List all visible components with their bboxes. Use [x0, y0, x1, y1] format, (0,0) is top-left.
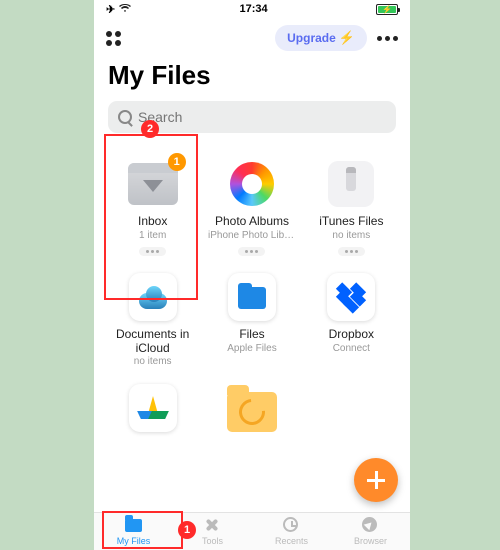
tile-more-icon[interactable] [139, 247, 166, 256]
wifi-icon [119, 3, 131, 16]
fab-add-button[interactable] [354, 458, 398, 502]
top-bar: Upgrade ⚡ [94, 20, 410, 56]
photos-icon [230, 162, 274, 206]
tile-more-icon[interactable] [238, 247, 265, 256]
tools-icon [204, 517, 220, 533]
tile-itunes-files[interactable]: iTunes Files no items [303, 153, 400, 262]
tile-gdrive[interactable] [104, 377, 201, 445]
tile-inbox[interactable]: 1 Inbox 1 item [104, 153, 201, 262]
tab-label: Browser [354, 536, 387, 546]
airplane-icon: ✈ [106, 3, 115, 16]
itunes-icon [328, 161, 374, 207]
tile-more-icon[interactable] [338, 247, 365, 256]
more-icon[interactable] [377, 36, 398, 41]
tab-label: My Files [117, 536, 151, 546]
status-time: 17:34 [240, 3, 268, 15]
badge: 1 [168, 153, 186, 171]
folder-icon [125, 519, 142, 532]
battery-icon: ⚡ [376, 4, 398, 15]
tile-name: Inbox [138, 215, 167, 229]
tile-sub: no items [332, 230, 370, 241]
compass-icon [362, 517, 377, 532]
tile-sub: iPhone Photo Libra... [208, 230, 296, 241]
search-icon [118, 110, 132, 124]
inbox-icon [128, 163, 178, 205]
tile-sub: 1 item [139, 230, 166, 241]
tab-browser[interactable]: Browser [331, 513, 410, 550]
tile-dropbox[interactable]: Dropbox Connect [303, 266, 400, 374]
upgrade-button[interactable]: Upgrade ⚡ [275, 25, 367, 51]
page-title: My Files [94, 60, 410, 91]
files-icon [228, 273, 276, 321]
phone-frame: ✈ 17:34 ⚡ Upgrade ⚡ My Files 1 Inbox [94, 0, 410, 550]
tile-downloads[interactable] [203, 377, 300, 445]
clock-icon [283, 517, 298, 532]
grip-icon[interactable] [106, 31, 121, 46]
bolt-icon: ⚡ [339, 30, 355, 46]
tile-photo-albums[interactable]: Photo Albums iPhone Photo Libra... [203, 153, 300, 262]
tile-files[interactable]: Files Apple Files [203, 266, 300, 374]
tile-sub: Apple Files [227, 343, 276, 354]
dropbox-icon [327, 273, 375, 321]
tile-sub: no items [134, 356, 172, 367]
tile-sub: Connect [333, 343, 370, 354]
tile-name: iTunes Files [319, 215, 383, 229]
gdrive-icon [129, 384, 177, 432]
tab-label: Recents [275, 536, 308, 546]
icloud-icon [129, 273, 177, 321]
search-input[interactable] [138, 109, 386, 125]
tile-documents-icloud[interactable]: Documents in iCloud no items [104, 266, 201, 374]
status-bar: ✈ 17:34 ⚡ [94, 0, 410, 18]
tile-name: Dropbox [329, 328, 374, 342]
tab-recents[interactable]: Recents [252, 513, 331, 550]
upgrade-label: Upgrade [287, 31, 336, 45]
tile-name: Documents in iCloud [109, 328, 197, 356]
tab-my-files[interactable]: My Files [94, 513, 173, 550]
tab-bar: My Files Tools Recents Browser [94, 512, 410, 550]
tile-name: Photo Albums [215, 215, 289, 229]
tab-tools[interactable]: Tools [173, 513, 252, 550]
tile-name: Files [239, 328, 264, 342]
folder-icon [227, 392, 277, 432]
search-bar[interactable] [108, 101, 396, 133]
tab-label: Tools [202, 536, 223, 546]
tiles-grid: 1 Inbox 1 item Photo Albums iPhone Photo… [94, 143, 410, 445]
